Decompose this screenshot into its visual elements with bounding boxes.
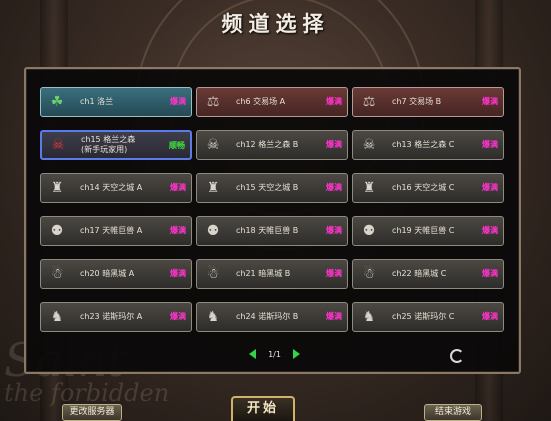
beast-icon: ⚉ — [50, 223, 64, 239]
channel-status-badge: 爆满 — [326, 226, 342, 235]
channel-panel: ☘ ch1 洛兰 爆满 ⚖ ch6 交易场 A 爆满 ⚖ ch7 交易场 B 爆满 ☠ ch15 格… — [24, 67, 521, 374]
channel-name-main: ch6 交易场 A — [236, 97, 286, 106]
page-number: 1/1 — [268, 349, 281, 359]
start-button[interactable]: 开始 — [231, 396, 295, 421]
dark-city-icon: ☃ — [50, 266, 64, 282]
channel-button[interactable]: ☃ ch22 暗黑城 C 爆满 — [352, 259, 504, 289]
channel-status-badge: 爆满 — [482, 183, 498, 192]
channel-button[interactable]: ⚉ ch18 天帷巨兽 B 爆满 — [196, 216, 348, 246]
channel-button[interactable]: ⚖ ch6 交易场 A 爆满 — [196, 87, 348, 117]
channel-status-badge: 爆满 — [170, 226, 186, 235]
goblin-icon: ☠ — [51, 137, 65, 153]
sky-castle-icon: ♜ — [206, 180, 220, 196]
knight-icon: ♞ — [362, 309, 376, 325]
channel-button[interactable]: ☠ ch12 格兰之森 B 爆满 — [196, 130, 348, 160]
channel-name-main: ch17 天帷巨兽 A — [80, 226, 143, 235]
page-title: 频道选择 — [221, 12, 330, 36]
channel-name-main: ch22 暗黑城 C — [392, 269, 447, 278]
sky-castle-icon: ♜ — [362, 180, 376, 196]
channel-button[interactable]: ☃ ch20 暗黑城 A 爆满 — [40, 259, 192, 289]
channel-name-main: ch14 天空之城 A — [80, 183, 143, 192]
change-server-button[interactable]: 更改服务器 — [62, 404, 122, 421]
goblin-icon: ☠ — [206, 137, 220, 153]
pagination: 1/1 — [26, 347, 523, 361]
channel-name-main: ch25 诺斯玛尔 C — [392, 312, 455, 321]
channel-status-badge: 爆满 — [482, 312, 498, 321]
merchant-icon: ⚖ — [362, 94, 376, 110]
channel-button[interactable]: ⚉ ch17 天帷巨兽 A 爆满 — [40, 216, 192, 246]
channel-button[interactable]: ☠ ch13 格兰之森 C 爆满 — [352, 130, 504, 160]
channel-button[interactable]: ☠ ch15 格兰之森 (新手玩家用) 顺畅 — [40, 130, 192, 160]
dark-city-icon: ☃ — [362, 266, 376, 282]
channel-name-main: ch15 格兰之森 — [81, 135, 136, 144]
channel-name-main: ch1 洛兰 — [80, 97, 114, 106]
channel-button[interactable]: ♜ ch16 天空之城 C 爆满 — [352, 173, 504, 203]
channel-grid: ☘ ch1 洛兰 爆满 ⚖ ch6 交易场 A 爆满 ⚖ ch7 交易场 B 爆满 ☠ ch15 格… — [40, 87, 504, 332]
channel-button[interactable]: ⚖ ch7 交易场 B 爆满 — [352, 87, 504, 117]
channel-name-main: ch23 诺斯玛尔 A — [80, 312, 143, 321]
channel-button[interactable]: ♜ ch14 天空之城 A 爆满 — [40, 173, 192, 203]
channel-status-badge: 爆满 — [482, 140, 498, 149]
channel-name-main: ch20 暗黑城 A — [80, 269, 135, 278]
channel-name-main: ch19 天帷巨兽 C — [392, 226, 455, 235]
channel-status-badge: 爆满 — [326, 97, 342, 106]
channel-button[interactable]: ☃ ch21 暗黑城 B 爆满 — [196, 259, 348, 289]
next-page-arrow-icon[interactable] — [292, 349, 300, 359]
channel-status-badge: 爆满 — [326, 312, 342, 321]
channel-status-badge: 爆满 — [482, 269, 498, 278]
knight-icon: ♞ — [50, 309, 64, 325]
channel-status-badge: 爆满 — [170, 312, 186, 321]
dark-city-icon: ☃ — [206, 266, 220, 282]
channel-status-badge: 爆满 — [482, 226, 498, 235]
channel-button[interactable]: ⚉ ch19 天帷巨兽 C 爆满 — [352, 216, 504, 246]
channel-status-badge: 爆满 — [170, 183, 186, 192]
channel-status-badge: 顺畅 — [169, 141, 185, 150]
sky-castle-icon: ♜ — [50, 180, 64, 196]
exit-game-button[interactable]: 结束游戏 — [424, 404, 482, 421]
beast-icon: ⚉ — [362, 223, 376, 239]
channel-status-badge: 爆满 — [170, 97, 186, 106]
channel-button[interactable]: ♞ ch25 诺斯玛尔 C 爆满 — [352, 302, 504, 332]
channel-name-main: ch18 天帷巨兽 B — [236, 226, 299, 235]
channel-status-badge: 爆满 — [326, 140, 342, 149]
channel-name-main: ch15 天空之城 B — [236, 183, 299, 192]
channel-button[interactable]: ☘ ch1 洛兰 爆满 — [40, 87, 192, 117]
channel-button[interactable]: ♞ ch24 诺斯玛尔 B 爆满 — [196, 302, 348, 332]
channel-name-main: ch21 暗黑城 B — [236, 269, 291, 278]
background-script-line-2: the forbidden — [4, 379, 170, 407]
knight-icon: ♞ — [206, 309, 220, 325]
refresh-icon[interactable] — [450, 349, 464, 363]
channel-name-main: ch13 格兰之森 C — [392, 140, 455, 149]
channel-name-main: ch7 交易场 B — [392, 97, 442, 106]
channel-status-badge: 爆满 — [326, 183, 342, 192]
channel-status-badge: 爆满 — [170, 269, 186, 278]
channel-button[interactable]: ♞ ch23 诺斯玛尔 A 爆满 — [40, 302, 192, 332]
channel-name-main: ch16 天空之城 C — [392, 183, 455, 192]
merchant-icon: ⚖ — [206, 94, 220, 110]
channel-name-main: ch12 格兰之森 B — [236, 140, 299, 149]
beast-icon: ⚉ — [206, 223, 220, 239]
channel-button[interactable]: ♜ ch15 天空之城 B 爆满 — [196, 173, 348, 203]
prev-page-arrow-icon[interactable] — [249, 349, 257, 359]
leaf-icon: ☘ — [50, 94, 64, 110]
channel-status-badge: 爆满 — [482, 97, 498, 106]
channel-status-badge: 爆满 — [326, 269, 342, 278]
goblin-icon: ☠ — [362, 137, 376, 153]
channel-name-main: ch24 诺斯玛尔 B — [236, 312, 299, 321]
